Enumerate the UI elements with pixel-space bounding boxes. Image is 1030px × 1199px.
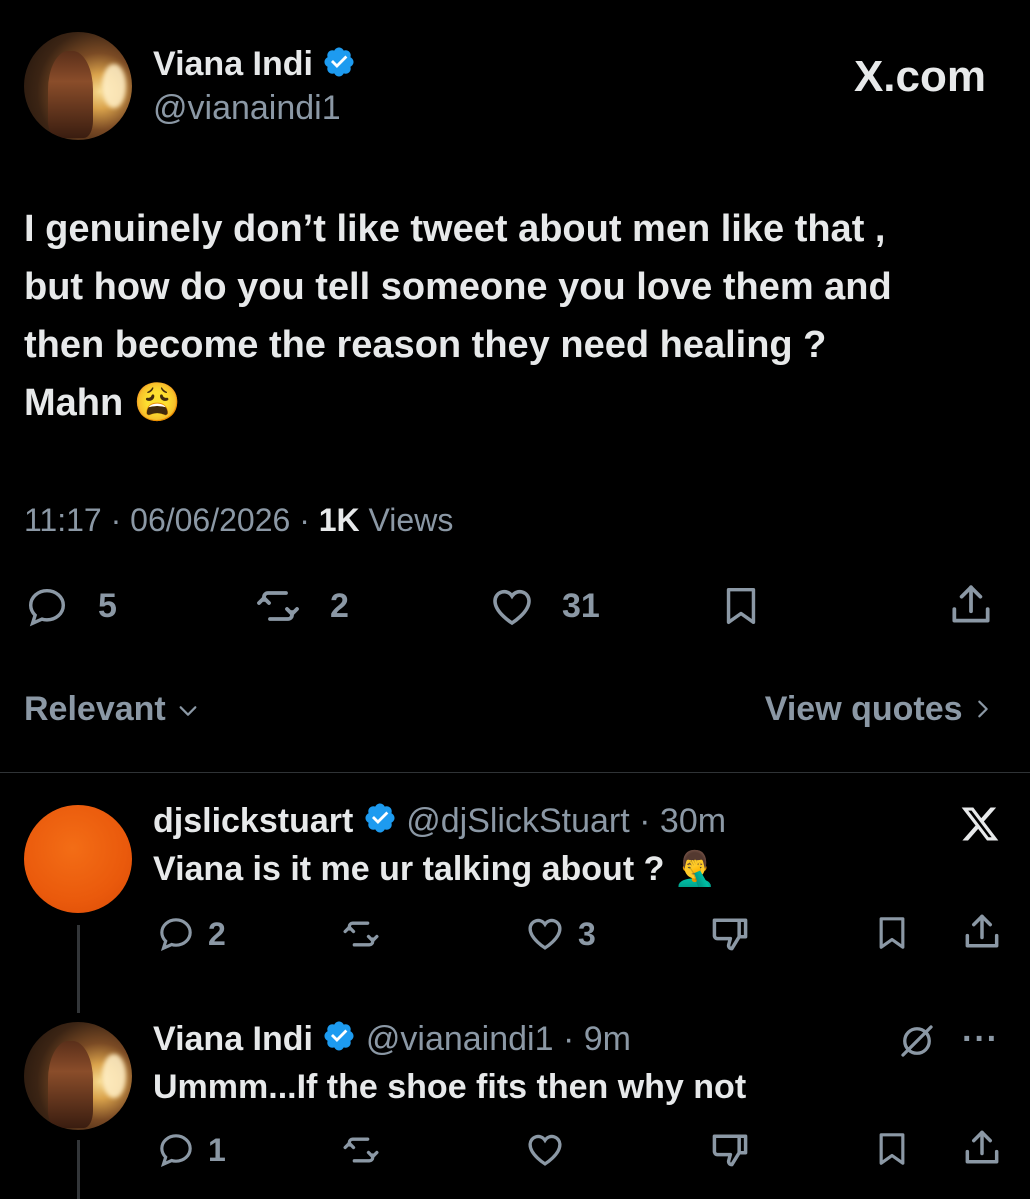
tweet-text-line: but how do you tell someone you love the… <box>24 266 892 308</box>
tweet-text-line: I genuinely don’t like tweet about men l… <box>24 208 886 250</box>
tweet-text-line: then become the reason they need healing… <box>24 324 827 366</box>
reply-count: 1 <box>208 1132 226 1168</box>
site-brand: X.com <box>853 52 986 101</box>
repost-icon <box>257 591 299 621</box>
views-label: Views <box>368 502 454 538</box>
reply-icon <box>160 918 192 952</box>
like-button[interactable] <box>522 1128 568 1170</box>
heart-icon <box>528 1134 562 1166</box>
view-quotes-label: View quotes <box>764 690 963 728</box>
share-button[interactable] <box>960 910 1004 954</box>
author-handle[interactable]: @vianaindi1 <box>153 88 341 128</box>
reply-button[interactable] <box>156 1130 196 1170</box>
heart-icon <box>493 589 531 626</box>
like-button[interactable] <box>522 912 568 954</box>
views-count: 1K <box>318 502 360 538</box>
dislike-button[interactable] <box>708 1128 752 1172</box>
reply-author-handle[interactable]: @djSlickStuart <box>406 802 629 840</box>
tweet-text: I genuinely don’t like tweet about men l… <box>24 200 1014 432</box>
reply-button[interactable] <box>24 584 70 630</box>
sort-label: Relevant <box>24 690 166 728</box>
sort-dropdown[interactable]: Relevant <box>24 688 201 732</box>
bookmark-button[interactable] <box>872 1128 912 1170</box>
reply-age[interactable]: 30m <box>660 802 726 840</box>
reply-count: 2 <box>208 916 226 952</box>
bookmark-button[interactable] <box>718 582 764 630</box>
reply-button[interactable] <box>156 914 196 954</box>
bookmark-icon <box>726 587 756 625</box>
view-quotes-link[interactable]: View quotes <box>765 688 994 732</box>
share-icon <box>965 1130 999 1164</box>
reply-count: 5 <box>98 587 117 625</box>
chevron-down-icon <box>175 690 201 732</box>
verified-badge-icon <box>363 801 397 845</box>
chevron-right-icon <box>972 690 994 732</box>
thumbs-down-icon <box>712 1134 748 1167</box>
repost-count: 2 <box>330 587 349 625</box>
thread-line <box>77 925 80 1013</box>
reply-header: djslickstuart @djSlickStuart · 30m <box>153 800 726 845</box>
bookmark-icon <box>879 1133 905 1165</box>
share-button[interactable] <box>946 580 996 630</box>
more-options-icon[interactable]: ··· <box>962 1022 999 1056</box>
share-icon <box>952 585 990 623</box>
reply-icon <box>28 588 66 627</box>
reply-author-name[interactable]: djslickstuart <box>153 802 353 840</box>
author-name-row[interactable]: Viana Indi <box>153 44 356 88</box>
reply-age[interactable]: 9m <box>584 1020 631 1058</box>
repost-button[interactable] <box>252 582 304 630</box>
share-button[interactable] <box>960 1126 1004 1170</box>
reply-icon <box>160 1134 192 1168</box>
verified-badge-icon <box>322 45 356 88</box>
bookmark-icon <box>879 917 905 949</box>
repost-icon <box>343 1137 379 1163</box>
tweet-date[interactable]: 06/06/2026 <box>130 502 290 538</box>
reply-text: Ummm...If the shoe fits then why not <box>153 1068 747 1106</box>
tweet-text-line: Mahn 😩 <box>24 382 182 424</box>
verified-badge-icon <box>322 1019 356 1063</box>
x-logo-icon <box>958 802 1002 851</box>
author-name[interactable]: Viana Indi <box>153 45 313 83</box>
tweet-time[interactable]: 11:17 <box>24 502 102 538</box>
dislike-button[interactable] <box>708 912 752 956</box>
like-count: 31 <box>562 587 600 625</box>
reply-author-handle[interactable]: @vianaindi1 <box>366 1020 554 1058</box>
reply-avatar[interactable] <box>24 805 132 913</box>
repost-icon <box>343 921 379 947</box>
thread-line <box>77 1140 80 1199</box>
tweet-meta: 11:17 · 06/06/2026 · 1K Views <box>24 502 454 538</box>
repost-button[interactable] <box>338 914 384 954</box>
author-avatar[interactable] <box>24 32 132 140</box>
like-count: 3 <box>578 916 596 952</box>
reply-author-name[interactable]: Viana Indi <box>153 1020 313 1058</box>
reply-header: Viana Indi @vianaindi1 · 9m <box>153 1018 631 1063</box>
heart-icon <box>528 918 562 950</box>
like-button[interactable] <box>486 582 538 630</box>
thumbs-down-icon <box>712 918 748 951</box>
mute-conversation-icon[interactable] <box>896 1020 938 1062</box>
reply-avatar[interactable] <box>24 1022 132 1130</box>
repost-button[interactable] <box>338 1130 384 1170</box>
share-icon <box>965 914 999 948</box>
section-divider <box>0 772 1030 773</box>
bookmark-button[interactable] <box>872 912 912 954</box>
reply-text: Viana is it me ur talking about ? 🤦‍♂️ <box>153 850 717 888</box>
